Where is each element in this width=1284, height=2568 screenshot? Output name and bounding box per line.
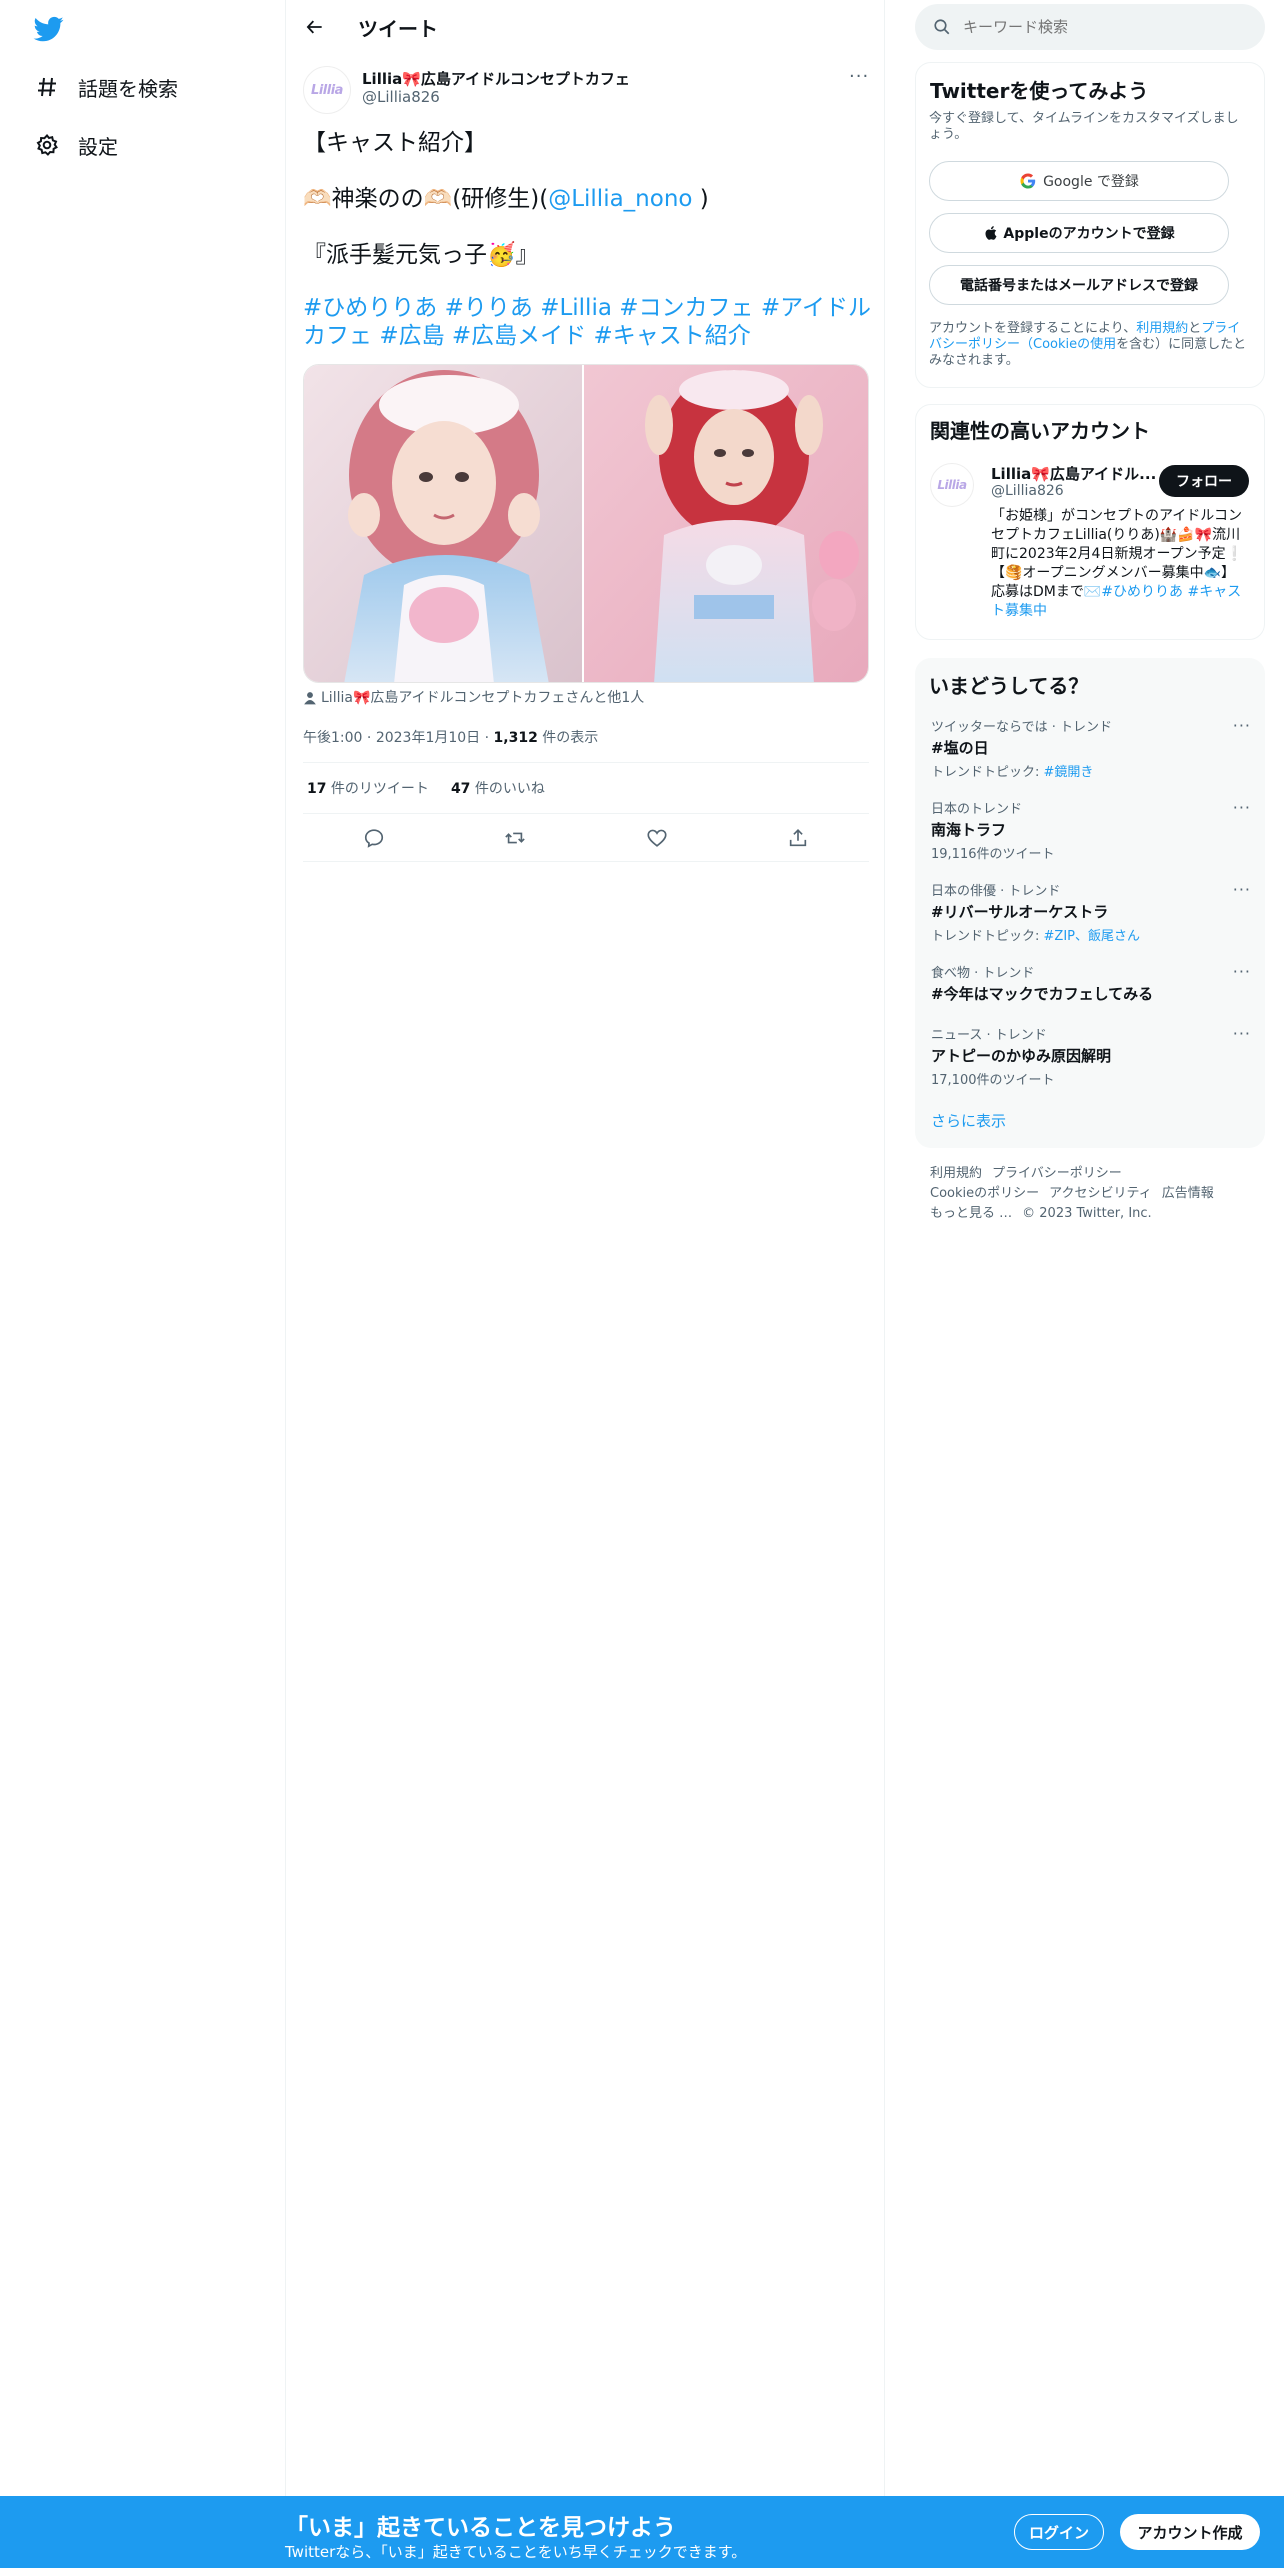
gear-icon: [30, 128, 64, 162]
hashtag-link[interactable]: #Lillia: [540, 295, 612, 321]
nav-explore[interactable]: 話題を検索: [30, 62, 178, 112]
show-more-link[interactable]: さらに表示: [931, 1110, 1006, 1131]
terms-link[interactable]: 利用規約: [1136, 321, 1188, 336]
signup-terms: アカウントを登録することにより、利用規約とプライバシーポリシー（Cookieの使…: [929, 321, 1247, 368]
reply-icon[interactable]: [354, 818, 394, 858]
apple-signup-label: Appleのアカウントで登録: [1003, 226, 1175, 242]
share-icon[interactable]: [778, 818, 818, 858]
apple-icon: [983, 224, 999, 242]
apple-signup-button[interactable]: Appleのアカウントで登録: [929, 213, 1229, 253]
trends-title: いまどうしてる？: [929, 674, 1089, 698]
right-sidebar: Twitterを使ってみよう 今すぐ登録して、タイムラインをカスタマイズしましょ…: [885, 0, 1284, 2496]
hashtag-link[interactable]: #広島: [379, 323, 444, 349]
trend-topic-link[interactable]: #鏡開き: [1044, 765, 1094, 780]
create-account-button[interactable]: アカウント作成: [1120, 2514, 1260, 2550]
tweet-stats: 17 件のリツイート 47 件のいいね: [303, 762, 869, 814]
tweet-text-line3: 『派手髪元気っ子🥳』: [303, 242, 539, 268]
twitter-bird-icon[interactable]: [32, 14, 66, 44]
arrow-left-icon[interactable]: [300, 12, 330, 42]
copyright: © 2023 Twitter, Inc.: [1022, 1206, 1152, 1221]
cookie-link[interactable]: （Cookieの使用: [1020, 337, 1116, 352]
nav-settings[interactable]: 設定: [30, 120, 118, 170]
tweet-text-line2: 🫶🏻神楽のの🫶🏻(研修生)(@Lillia_nono ): [303, 186, 709, 212]
page-header: ツイート: [286, 0, 884, 54]
like-stat[interactable]: 47 件のいいね: [451, 778, 545, 798]
footer-links: 利用規約 プライバシーポリシー Cookieのポリシー アクセシビリティ 広告情報 も…: [930, 1164, 1250, 1224]
retweet-icon[interactable]: [495, 818, 535, 858]
footer-more-link[interactable]: もっと見る …: [930, 1206, 1012, 1221]
avatar[interactable]: Lillia: [303, 66, 351, 114]
nav-settings-label: 設定: [78, 134, 118, 159]
follow-button[interactable]: フォロー: [1159, 465, 1249, 497]
hashtag-link[interactable]: #キャスト紹介: [594, 323, 751, 349]
trend-item[interactable]: ニュース · トレンド アトピーのかゆみ原因解明 17,100件のツイート ··…: [931, 1024, 1251, 1088]
more-options-icon[interactable]: ···: [1233, 880, 1251, 899]
hashtag-link[interactable]: #広島メイド: [452, 323, 586, 349]
login-button[interactable]: ログイン: [1014, 2514, 1104, 2550]
tweet-timestamp: 午後1:00 · 2023年1月10日 · 1,312 件の表示: [303, 730, 599, 746]
trend-item[interactable]: 日本の俳優 · トレンド #リバーサルオーケストラ トレンドトピック: #ZIP…: [931, 880, 1251, 944]
tweet-media: [303, 364, 869, 683]
more-options-icon[interactable]: ···: [1233, 1024, 1251, 1043]
person-icon: [303, 691, 317, 705]
google-icon: [1019, 172, 1037, 190]
footer-link[interactable]: 利用規約: [930, 1166, 982, 1181]
google-signup-button[interactable]: Google で登録: [929, 161, 1229, 201]
footer-link[interactable]: 広告情報: [1162, 1186, 1214, 1201]
bottom-signup-banner: 「いま」起きていることを見つけよう Twitterなら、「いま」起きていることを…: [0, 2496, 1284, 2568]
hashtag-icon: [30, 70, 64, 104]
trend-topic-link[interactable]: #ZIP、飯尾さん: [1044, 929, 1140, 944]
tweet-photo[interactable]: [304, 365, 585, 682]
search-input[interactable]: [963, 18, 1253, 36]
avatar[interactable]: Lillia: [930, 463, 974, 507]
related-accounts-card: 関連性の高いアカウント Lillia Lillia🎀広島アイドル... @Lil…: [915, 404, 1265, 640]
views-count: 1,312: [493, 730, 538, 746]
footer-link[interactable]: Cookieのポリシー: [930, 1186, 1039, 1201]
banner-title: 「いま」起きていることを見つけよう: [285, 2515, 676, 2541]
more-options-icon[interactable]: ···: [1233, 798, 1251, 817]
hashtag-list: #ひめりりあ #りりあ #Lillia #コンカフェ #アイドルカフェ #広島 …: [303, 294, 873, 350]
more-options-icon[interactable]: ···: [1233, 962, 1251, 981]
retweet-stat[interactable]: 17 件のリツイート: [307, 778, 429, 798]
page-title: ツイート: [358, 17, 438, 41]
related-account-handle[interactable]: @Lillia826: [991, 483, 1064, 499]
signup-card: Twitterを使ってみよう 今すぐ登録して、タイムラインをカスタマイズしましょ…: [915, 62, 1265, 388]
google-signup-label: Google で登録: [1043, 174, 1139, 190]
trend-item[interactable]: ツイッターならでは · トレンド #塩の日 トレンドトピック: #鏡開き ···: [931, 716, 1251, 780]
tweet-date[interactable]: 2023年1月10日: [376, 730, 480, 746]
hashtag-link[interactable]: #ひめりりあ: [303, 295, 437, 321]
banner-subtitle: Twitterなら、「いま」起きていることをいち早くチェックできます。: [285, 2543, 747, 2561]
tweet-time[interactable]: 午後1:00: [303, 730, 362, 746]
main-column: ツイート Lillia Lillia🎀広島アイドルコンセプトカフェ @Lilli…: [285, 0, 885, 2496]
phone-signup-label: 電話番号またはメールアドレスで登録: [960, 278, 1198, 294]
related-account-bio: 「お姫様」がコンセプトのアイドルコンセプトカフェLillia(りりあ)🏰🍰🎀流川…: [991, 508, 1244, 619]
related-title: 関連性の高いアカウント: [930, 419, 1150, 443]
tweet-actions: [303, 814, 869, 862]
author-name[interactable]: Lillia🎀広島アイドルコンセプトカフェ: [362, 68, 630, 89]
views-label: 件の表示: [537, 730, 599, 746]
left-sidebar: 話題を検索 設定: [0, 0, 285, 2496]
phone-email-signup-button[interactable]: 電話番号またはメールアドレスで登録: [929, 265, 1229, 305]
nav-explore-label: 話題を検索: [78, 76, 178, 101]
trend-item[interactable]: 日本のトレンド 南海トラフ 19,116件のツイート ···: [931, 798, 1251, 862]
tagged-users[interactable]: Lillia🎀広島アイドルコンセプトカフェさんと他1人: [303, 690, 644, 706]
search-bar[interactable]: [915, 4, 1265, 50]
search-icon: [933, 18, 951, 36]
hashtag-link[interactable]: #りりあ: [445, 295, 533, 321]
signup-title: Twitterを使ってみよう: [930, 79, 1149, 103]
tweet-text-line1: 【キャスト紹介】: [303, 130, 487, 156]
more-options-icon[interactable]: ···: [1233, 716, 1251, 735]
related-account-name[interactable]: Lillia🎀広島アイドル...: [991, 463, 1156, 484]
hashtag-link[interactable]: #コンカフェ: [619, 295, 753, 321]
author-handle[interactable]: @Lillia826: [362, 88, 440, 106]
trend-item[interactable]: 食べ物 · トレンド #今年はマックでカフェしてみる ···: [931, 962, 1251, 1004]
footer-link[interactable]: アクセシビリティ: [1049, 1186, 1152, 1201]
trends-card: いまどうしてる？ ツイッターならでは · トレンド #塩の日 トレンドトピック:…: [915, 658, 1265, 1148]
mention-link[interactable]: @Lillia_nono: [548, 186, 692, 212]
signup-subtitle: 今すぐ登録して、タイムラインをカスタマイズしましょう。: [929, 111, 1239, 142]
footer-link[interactable]: プライバシーポリシー: [992, 1166, 1122, 1181]
like-icon[interactable]: [637, 818, 677, 858]
tweet-photo[interactable]: [584, 365, 868, 682]
more-options-icon[interactable]: ···: [849, 66, 869, 87]
